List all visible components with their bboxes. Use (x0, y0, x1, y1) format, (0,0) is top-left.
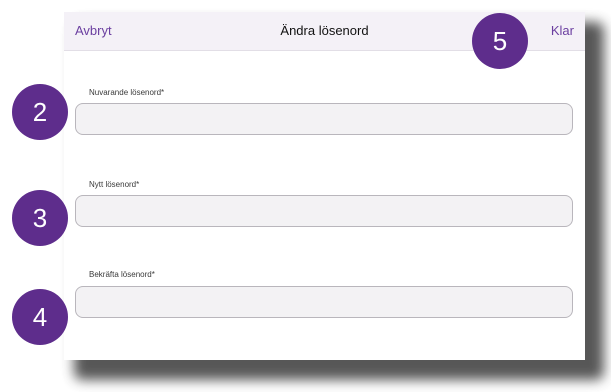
step-badge-3: 3 (12, 190, 68, 246)
confirm-password-label: Bekräfta lösenord* (89, 270, 155, 279)
current-password-label: Nuvarande lösenord* (89, 88, 165, 97)
done-button[interactable]: Klar (551, 23, 574, 38)
step-badge-5: 5 (472, 13, 528, 69)
step-badge-2: 2 (12, 84, 68, 140)
step-badge-4: 4 (12, 289, 68, 345)
confirm-password-field[interactable] (75, 286, 573, 318)
new-password-label: Nytt lösenord* (89, 180, 140, 189)
current-password-field[interactable] (75, 103, 573, 135)
new-password-field[interactable] (75, 195, 573, 227)
